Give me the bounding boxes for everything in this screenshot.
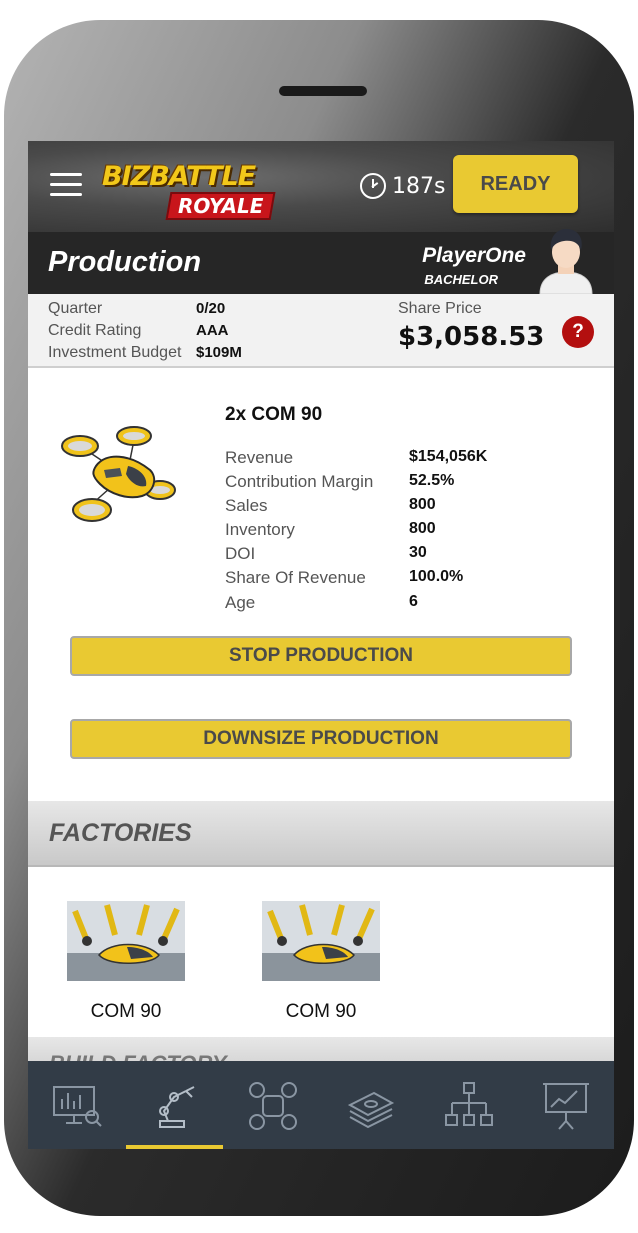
factories-list: COM 90 COM 90	[28, 867, 614, 1037]
share-price-label: Share Price	[398, 300, 482, 317]
factories-section-header: FACTORIES	[28, 801, 614, 867]
avatar[interactable]	[534, 222, 598, 294]
phone-speaker	[279, 86, 367, 96]
metric-age: Age 6	[225, 593, 605, 617]
metric-inventory: Inventory 800	[225, 520, 605, 544]
budget-label: Investment Budget	[48, 344, 182, 361]
factory-card[interactable]: COM 90	[262, 901, 382, 1027]
metric-value: $154,056K	[409, 448, 488, 465]
metric-label: DOI	[225, 544, 256, 563]
timer-text: 187s	[392, 173, 446, 199]
quarter-value: 0/20	[196, 300, 226, 317]
downsize-production-button[interactable]: DOWNSIZE PRODUCTION	[70, 719, 572, 759]
money-stack-icon	[347, 1091, 395, 1129]
page-header: Production PlayerOne BACHELOR	[28, 228, 614, 294]
app-screen: BIZBATTLE ROYALE 187s READY Production P…	[28, 141, 614, 1149]
metric-contribution-margin: Contribution Margin 52.5%	[225, 472, 605, 496]
product-card: 2x COM 90 Revenue $154,056K Contribution…	[28, 368, 614, 801]
app-logo: BIZBATTLE ROYALE	[102, 161, 276, 221]
product-title: 2x COM 90	[225, 404, 323, 425]
factories-title: FACTORIES	[49, 819, 192, 847]
credit-label: Credit Rating	[48, 322, 142, 339]
help-icon[interactable]: ?	[562, 316, 594, 348]
clock-icon	[360, 173, 386, 199]
page-title: Production	[48, 246, 202, 278]
metric-value: 100.0%	[409, 568, 464, 585]
nav-reports[interactable]	[517, 1061, 614, 1149]
active-tab-indicator	[126, 1145, 223, 1149]
drone-image	[61, 426, 176, 522]
metric-label: Share Of Revenue	[225, 568, 366, 587]
top-bar: BIZBATTLE ROYALE 187s READY	[28, 141, 614, 232]
org-chart-icon	[445, 1082, 493, 1126]
metric-value: 800	[409, 520, 436, 537]
factory-card[interactable]: COM 90	[67, 901, 187, 1027]
metric-doi: DOI 30	[225, 544, 605, 568]
metric-value: 52.5%	[409, 472, 455, 489]
quarter-label: Quarter	[48, 300, 103, 317]
metric-revenue: Revenue $154,056K	[225, 448, 605, 472]
metric-value: 30	[409, 544, 427, 561]
player-name: PlayerOne	[422, 244, 526, 267]
round-timer: 187s	[360, 172, 445, 200]
metric-sales: Sales 800	[225, 496, 605, 520]
nav-production[interactable]	[126, 1061, 223, 1149]
bottom-nav	[28, 1061, 614, 1149]
phone-frame: BIZBATTLE ROYALE 187s READY Production P…	[4, 20, 634, 1216]
nav-finance[interactable]	[322, 1061, 419, 1149]
share-price-value: $3,058.53	[398, 322, 545, 352]
presentation-icon	[543, 1083, 589, 1130]
stats-bar: Quarter 0/20 Credit Rating AAA Investmen…	[28, 294, 614, 368]
nav-organization[interactable]	[420, 1061, 517, 1149]
factory-label: COM 90	[285, 1001, 357, 1022]
player-rank: BACHELOR	[424, 272, 498, 287]
budget-value: $109M	[196, 344, 242, 361]
robot-arm-icon	[159, 1086, 195, 1128]
credit-value: AAA	[196, 322, 229, 339]
metric-label: Revenue	[225, 448, 294, 467]
ready-button[interactable]: READY	[453, 155, 578, 213]
metric-label: Age	[225, 593, 256, 612]
factory-thumbnail	[67, 901, 185, 981]
metric-label: Sales	[225, 496, 268, 515]
menu-icon[interactable]	[50, 173, 84, 197]
metric-value: 800	[409, 496, 436, 513]
factory-label: COM 90	[90, 1001, 162, 1022]
metric-share-of-revenue: Share Of Revenue 100.0%	[225, 568, 605, 592]
metric-label: Inventory	[225, 520, 295, 539]
metric-label: Contribution Margin	[225, 472, 374, 491]
nav-products[interactable]	[224, 1061, 321, 1149]
nav-dashboard[interactable]	[28, 1061, 125, 1149]
factory-thumbnail	[262, 901, 380, 981]
drone-icon	[249, 1082, 297, 1130]
logo-line2: ROYALE	[178, 194, 264, 218]
logo-line1: BIZBATTLE	[102, 161, 256, 192]
metric-value: 6	[409, 593, 418, 610]
stop-production-button[interactable]: STOP PRODUCTION	[70, 636, 572, 676]
dashboard-chart-icon	[53, 1086, 102, 1127]
